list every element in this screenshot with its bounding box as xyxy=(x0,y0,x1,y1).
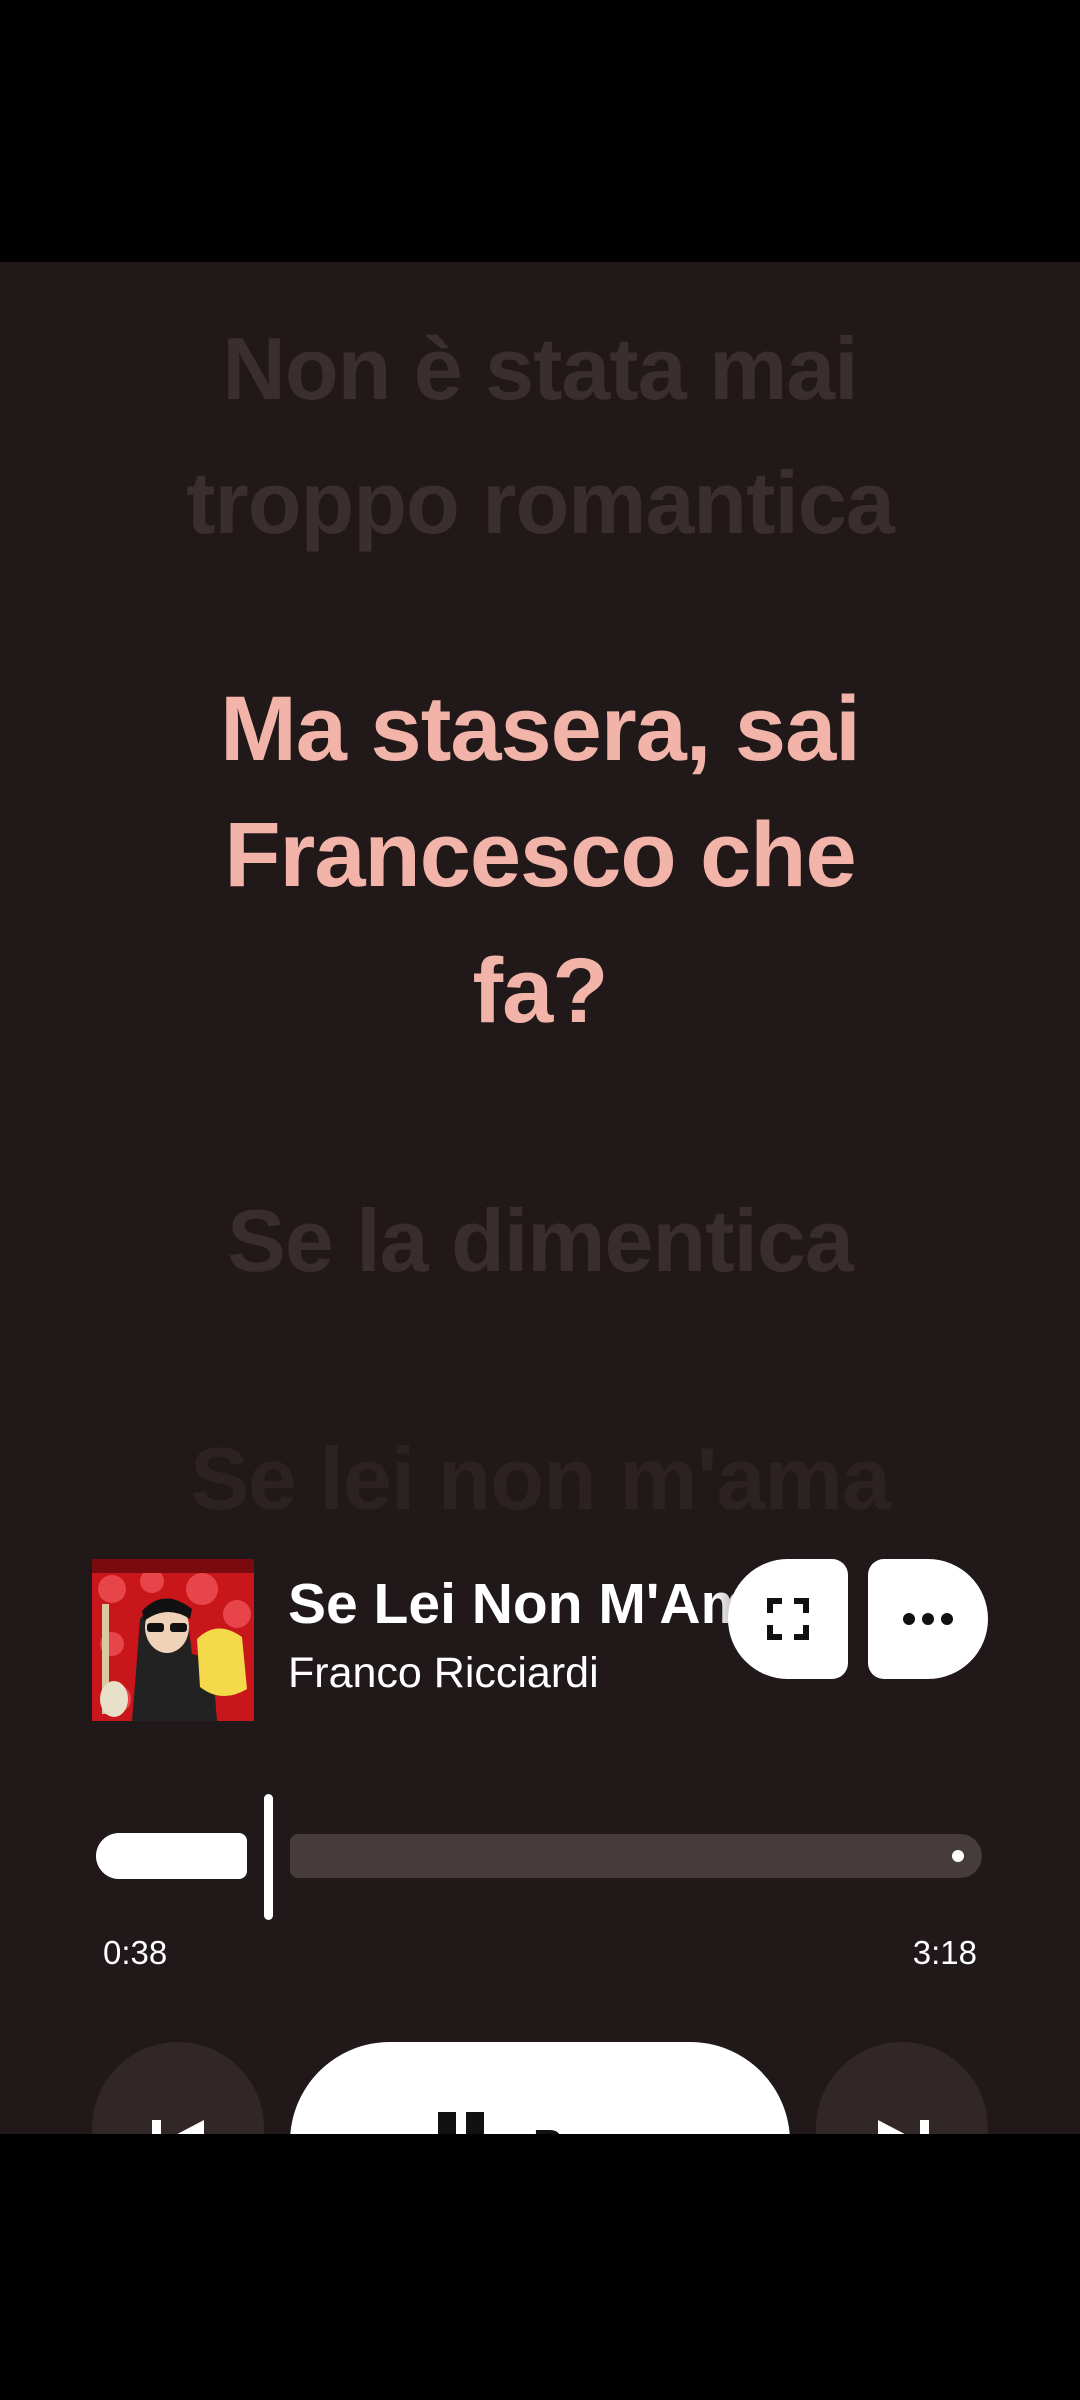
lyrics-view[interactable]: Non è stata mai troppo romantica Ma stas… xyxy=(0,262,1080,1552)
status-bar-area xyxy=(0,0,1080,262)
elapsed-time: 0:38 xyxy=(103,1934,168,1971)
more-options-button[interactable] xyxy=(868,1559,988,1679)
fullscreen-icon xyxy=(767,1598,809,1640)
navigation-bar-area xyxy=(0,2134,1080,2400)
total-time: 3:18 xyxy=(912,1934,977,1971)
lyric-line-current[interactable]: Francesco che xyxy=(60,788,1020,922)
svg-text:P: P xyxy=(533,2121,562,2134)
lyric-line-previous[interactable]: Non è stata mai xyxy=(60,302,1020,436)
player-screen: Non è stata mai troppo romantica Ma stas… xyxy=(0,262,1080,2134)
pause-icon: P xyxy=(438,2112,562,2134)
lyric-line-upcoming[interactable]: Se lei non m'ama xyxy=(60,1412,1020,1546)
pause-button[interactable]: P xyxy=(290,2042,790,2134)
seek-bar-thumb[interactable] xyxy=(264,1794,273,1920)
lyric-line-previous[interactable]: troppo romantica xyxy=(60,436,1020,570)
track-artist[interactable]: Franco Ricciardi xyxy=(288,1649,708,1698)
now-playing-bar: Se Lei Non M'Ama Franco Ricciardi xyxy=(92,1559,992,1724)
album-art[interactable] xyxy=(92,1559,254,1721)
next-track-button[interactable] xyxy=(816,2042,988,2134)
lyric-line-next[interactable]: Se la dimentica xyxy=(60,1174,1020,1308)
seek-bar[interactable] xyxy=(96,1792,982,1922)
seek-bar-elapsed xyxy=(96,1833,247,1879)
fullscreen-button[interactable] xyxy=(728,1559,848,1679)
seek-bar-end-marker xyxy=(952,1850,964,1862)
more-options-icon xyxy=(903,1613,953,1625)
skip-previous-icon xyxy=(152,2120,204,2134)
lyric-line-current[interactable]: fa? xyxy=(60,924,1020,1058)
playback-controls: P xyxy=(0,2042,1080,2134)
previous-track-button[interactable] xyxy=(92,2042,264,2134)
skip-next-icon xyxy=(878,2120,929,2134)
seek-bar-remaining xyxy=(290,1834,982,1878)
lyric-line-current[interactable]: Ma stasera, sai xyxy=(60,662,1020,796)
